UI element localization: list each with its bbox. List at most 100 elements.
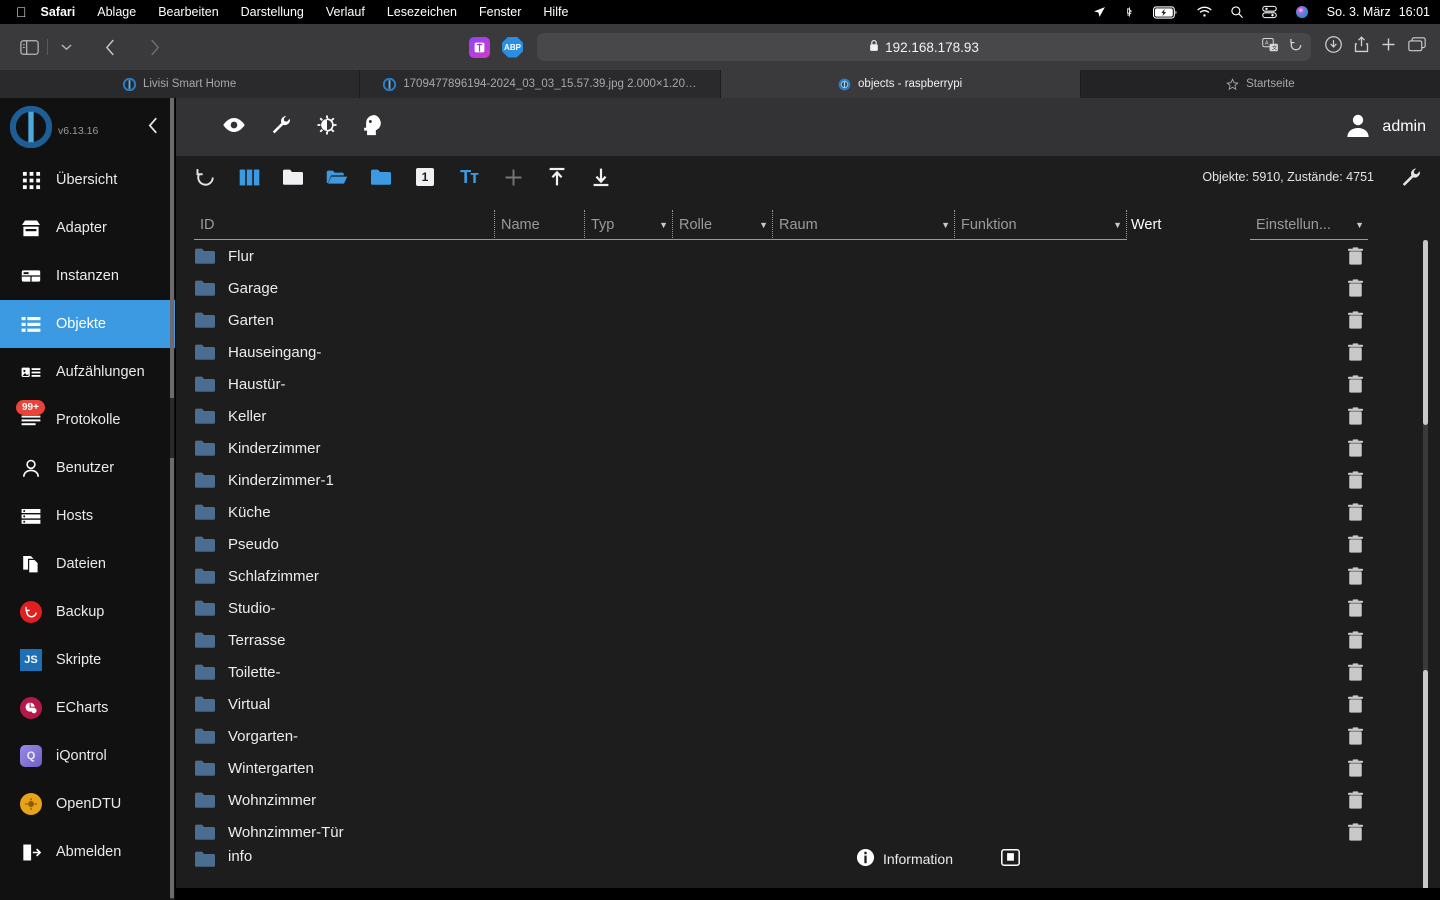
tab-startseite[interactable]: Startseite [1080,70,1440,98]
sidebar-collapse-button[interactable] [142,117,165,138]
new-tab-icon[interactable] [1381,37,1396,57]
sidebar-item-dateien[interactable]: Dateien [0,540,175,588]
theme-brightness-icon[interactable] [316,114,338,141]
sidebar-item-echarts[interactable]: ECharts [0,684,175,732]
chevron-down-icon[interactable] [51,34,81,60]
collapse-blue-button[interactable] [370,166,392,188]
delete-object-button[interactable] [1340,822,1370,842]
table-row[interactable]: info Information [176,848,1440,868]
address-bar[interactable]: 192.168.178.93 A文 [537,33,1311,61]
bluetooth-icon[interactable] [1124,5,1135,19]
table-row[interactable]: Kinderzimmer [176,432,1440,464]
table-row[interactable]: Schlafzimmer [176,560,1440,592]
sidebar-item-benutzer[interactable]: Benutzer [0,444,175,492]
menu-item-safari[interactable]: Safari [41,5,76,19]
wrench-icon[interactable] [270,114,292,141]
table-row[interactable]: Garten [176,304,1440,336]
tab-livisi-smart-home[interactable]: Livisi Smart Home [0,70,361,98]
downloads-icon[interactable] [1325,36,1342,58]
sidebar-item-abmelden[interactable]: Abmelden [0,828,175,876]
delete-object-button[interactable] [1340,502,1370,522]
sidebar-item-iqontrol[interactable]: Q iQontrol [0,732,175,780]
columns-button[interactable] [238,166,260,188]
reload-icon[interactable] [1289,38,1303,57]
filter-name[interactable]: Name [494,210,584,240]
add-object-button[interactable] [502,166,524,188]
delete-object-button[interactable] [1340,662,1370,682]
menu-item-lesezeichen[interactable]: Lesezeichen [387,5,457,19]
menu-item-darstellung[interactable]: Darstellung [241,5,304,19]
sidebar-item-uebersicht[interactable]: Übersicht [0,156,175,204]
table-row[interactable]: Kinderzimmer-1 [176,464,1440,496]
text-size-button[interactable]: Tт [458,166,480,188]
menu-item-verlauf[interactable]: Verlauf [326,5,365,19]
expand-level-button[interactable]: 1 [414,166,436,188]
delete-object-button[interactable] [1340,790,1370,810]
filter-raum[interactable]: Raum ▼ [772,210,954,240]
sidebar-scrollbar[interactable] [170,98,174,900]
user-menu[interactable]: admin [1344,111,1426,144]
table-scrollbar[interactable] [1423,240,1428,888]
tab-overview-icon[interactable] [1408,37,1426,57]
filter-id[interactable]: ID [194,210,494,240]
menu-item-hilfe[interactable]: Hilfe [543,5,568,19]
table-row[interactable]: Toilette- [176,656,1440,688]
refresh-button[interactable] [194,166,216,188]
delete-object-button[interactable] [1340,694,1370,714]
delete-object-button[interactable] [1340,278,1370,298]
table-row[interactable]: Studio- [176,592,1440,624]
table-row[interactable]: Küche [176,496,1440,528]
eye-icon[interactable] [222,116,246,139]
table-row[interactable]: Terrasse [176,624,1440,656]
menu-item-ablage[interactable]: Ablage [97,5,136,19]
sidebar-item-backup[interactable]: Backup [0,588,175,636]
delete-object-button[interactable] [1340,598,1370,618]
menu-item-fenster[interactable]: Fenster [479,5,521,19]
control-center-icon[interactable] [1262,5,1277,19]
delete-object-button[interactable] [1340,470,1370,490]
table-row[interactable]: Hauseingang- [176,336,1440,368]
menubar-clock[interactable]: So. 3. März 16:01 [1327,5,1430,19]
sidebar-item-skripte[interactable]: JS Skripte [0,636,175,684]
settings-wrench-button[interactable] [1400,166,1422,188]
sidebar-item-adapter[interactable]: Adapter [0,204,175,252]
sidebar-item-protokolle[interactable]: 99+ Protokolle [0,396,175,444]
table-row[interactable]: Wohnzimmer-Tür [176,816,1440,848]
table-row[interactable]: Wohnzimmer [176,784,1440,816]
table-row[interactable]: Flur [176,240,1440,272]
delete-object-button[interactable] [1340,566,1370,586]
delete-object-button[interactable] [1340,758,1370,778]
sidebar-item-hosts[interactable]: Hosts [0,492,175,540]
expand-all-button[interactable] [326,166,348,188]
delete-object-button[interactable] [1340,406,1370,426]
delete-object-button[interactable] [1340,342,1370,362]
siri-icon[interactable] [1295,5,1309,19]
wifi-icon[interactable] [1197,6,1212,18]
table-row[interactable]: Pseudo [176,528,1440,560]
filter-typ[interactable]: Typ ▼ [584,210,672,240]
table-row[interactable]: Virtual [176,688,1440,720]
sidebar-item-instanzen[interactable]: Instanzen [0,252,175,300]
import-button[interactable] [546,166,568,188]
export-button[interactable] [590,166,612,188]
delete-object-button[interactable] [1340,630,1370,650]
table-row[interactable]: Haustür- [176,368,1440,400]
tab-image-jpg[interactable]: 1709477896194-2024_03_03_15.57.39.jpg 2.… [360,70,721,98]
delete-object-button[interactable] [1340,246,1370,266]
sidebar-item-objekte[interactable]: Objekte [0,300,175,348]
menu-item-bearbeiten[interactable]: Bearbeiten [158,5,218,19]
delete-object-button[interactable] [1340,726,1370,746]
filter-rolle[interactable]: Rolle ▼ [672,210,772,240]
location-arrow-icon[interactable] [1093,6,1106,19]
delete-object-button[interactable] [1340,310,1370,330]
table-row[interactable]: Garage [176,272,1440,304]
forward-button[interactable] [139,34,169,60]
table-row[interactable]: Wintergarten [176,752,1440,784]
apple-logo-icon[interactable]:  [16,5,27,19]
delete-object-button[interactable] [1340,534,1370,554]
table-row[interactable]: Keller [176,400,1440,432]
table-row[interactable]: Vorgarten- [176,720,1440,752]
filter-einstellungen[interactable]: Einstellun... ▼ [1250,210,1368,240]
collapse-all-button[interactable] [282,166,304,188]
tab-objects-raspberrypi[interactable]: objects - raspberrypi [720,70,1081,98]
